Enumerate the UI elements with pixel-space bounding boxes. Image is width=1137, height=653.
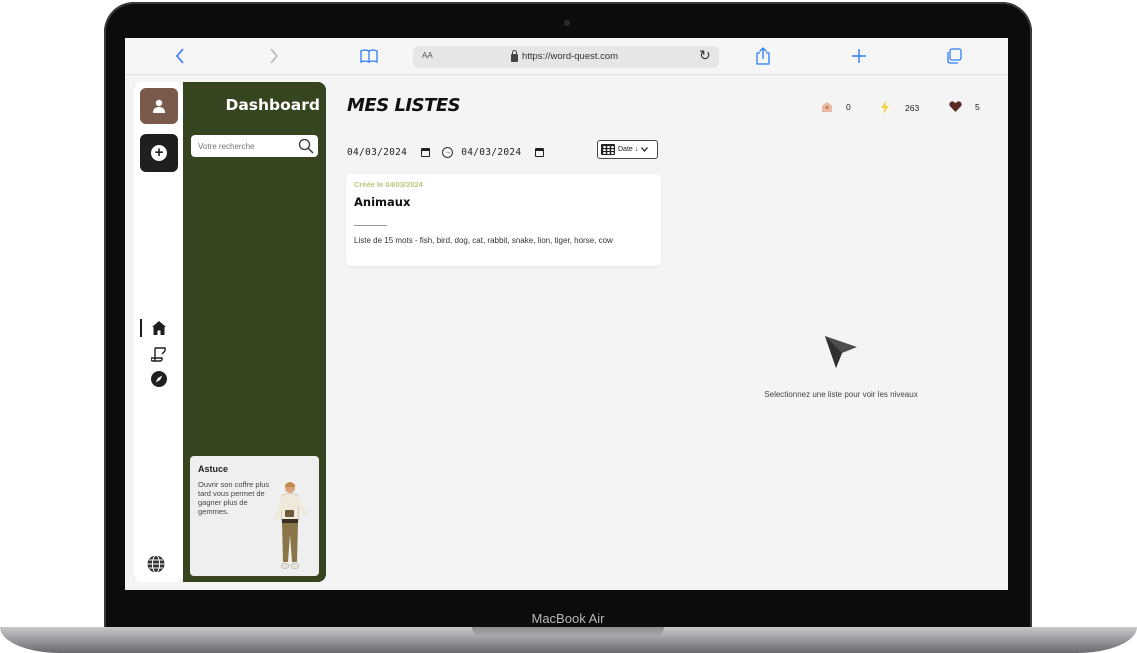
home-icon xyxy=(152,321,166,335)
character-illustration xyxy=(274,482,308,569)
globe-icon xyxy=(147,555,165,573)
search-icon[interactable] xyxy=(298,138,314,154)
cursor-arrow-icon xyxy=(825,336,857,368)
profile-button[interactable] xyxy=(140,88,178,124)
list-card[interactable]: Créée le 04/03/2024 Animaux Liste de 15 … xyxy=(346,174,661,266)
page-title: MES LISTES xyxy=(347,95,461,116)
address-bar[interactable]: AA https://word-quest.com ↻ xyxy=(413,46,719,68)
tabs-overview-icon[interactable] xyxy=(945,45,963,67)
reload-icon[interactable]: ↻ xyxy=(699,47,711,64)
chest-icon xyxy=(822,102,832,112)
nav-lists[interactable] xyxy=(148,344,170,364)
stat-lives: 5 xyxy=(949,101,980,112)
bookmarks-icon[interactable] xyxy=(359,45,379,67)
forward-icon[interactable] xyxy=(267,45,281,67)
screen: AA https://word-quest.com ↻ + Dashboard … xyxy=(125,38,1008,590)
grid-icon xyxy=(601,144,615,155)
empty-state: Selectionnez une liste pour voir les niv… xyxy=(725,334,957,399)
search-input[interactable] xyxy=(191,135,295,157)
tip-card: Astuce Ouvrir son coffre plus tard vous … xyxy=(190,456,319,576)
add-list-button[interactable]: + xyxy=(140,134,178,172)
tip-title: Astuce xyxy=(198,464,229,474)
sidebar: Dashboard Astuce Ouvrir son coffre plus … xyxy=(183,82,326,582)
url-text[interactable]: https://word-quest.com xyxy=(522,51,618,62)
date-to-input[interactable]: 04/03/2024 xyxy=(461,147,521,158)
scroll-icon xyxy=(151,347,166,362)
active-indicator xyxy=(140,319,142,337)
user-icon xyxy=(153,99,165,113)
empty-state-text: Selectionnez une liste pour voir les niv… xyxy=(764,390,918,399)
stat-chests: 0 xyxy=(821,101,851,113)
camera xyxy=(564,20,570,26)
nav-explore[interactable] xyxy=(148,369,170,389)
arrow-right-icon: → xyxy=(442,146,454,158)
stat-chests-value: 0 xyxy=(846,102,851,112)
language-button[interactable] xyxy=(146,554,166,574)
stat-lives-value: 5 xyxy=(975,101,980,112)
date-from-input[interactable]: 04/03/2024 xyxy=(347,147,407,158)
laptop-notch xyxy=(472,627,664,636)
stat-energy: 263 xyxy=(880,101,919,114)
browser-toolbar: AA https://word-quest.com ↻ xyxy=(125,38,1008,75)
share-icon[interactable] xyxy=(755,45,771,67)
lock-icon xyxy=(511,49,518,62)
date-filter: 04/03/2024 → 04/03/2024 xyxy=(347,142,545,162)
calendar-icon[interactable] xyxy=(421,147,431,157)
text-size-button[interactable]: AA xyxy=(422,51,433,60)
nav-home[interactable] xyxy=(148,318,170,338)
calendar-icon[interactable] xyxy=(535,147,545,157)
plus-icon: + xyxy=(151,145,167,161)
new-tab-icon[interactable] xyxy=(851,45,867,67)
stat-energy-value: 263 xyxy=(905,102,920,113)
compass-icon xyxy=(151,371,167,387)
card-divider xyxy=(354,225,387,226)
icon-rail: + xyxy=(134,82,184,582)
back-icon[interactable] xyxy=(173,45,187,67)
lightning-icon xyxy=(881,101,889,114)
heart-icon xyxy=(949,101,962,112)
chevron-down-icon xyxy=(641,147,649,152)
list-created-date: Créée le 04/03/2024 xyxy=(354,180,423,189)
sidebar-title: Dashboard xyxy=(225,96,320,114)
list-description: Liste de 15 mots - fish, bird, dog, cat,… xyxy=(354,236,613,245)
sort-label: Date ↓ xyxy=(618,146,639,153)
search-box[interactable] xyxy=(191,135,318,157)
device-label: MacBook Air xyxy=(531,610,605,626)
sort-select[interactable]: Date ↓ xyxy=(597,140,658,159)
list-title: Animaux xyxy=(354,195,411,209)
tip-text: Ouvrir son coffre plus tard vous permet … xyxy=(198,480,270,516)
